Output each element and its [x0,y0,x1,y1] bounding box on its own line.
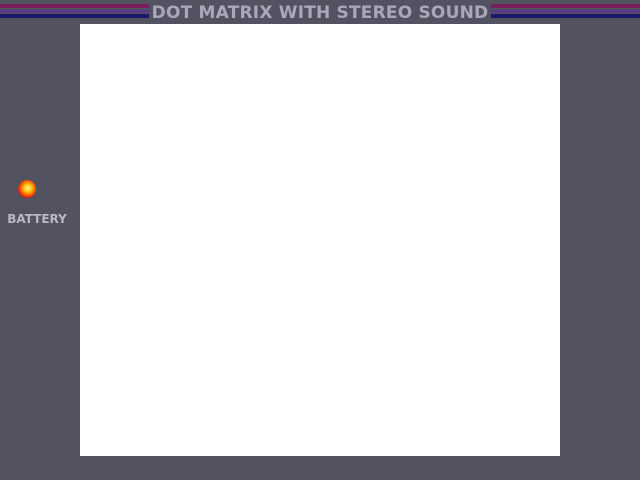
stripe-magenta [491,4,640,8]
stripe-purple [0,10,149,13]
game-screen[interactable] [80,24,560,456]
power-led-icon [18,180,36,198]
stripe-navy [0,14,149,18]
battery-label: BATTERY [7,212,67,226]
header-stripes-left [0,0,149,20]
header-stripes-right [491,0,640,20]
stripe-purple [491,10,640,13]
stripe-navy [491,14,640,18]
console-bezel: DOT MATRIX WITH STEREO SOUND BATTERY [0,0,640,480]
header-title: DOT MATRIX WITH STEREO SOUND [151,3,489,23]
stripe-magenta [0,4,149,8]
